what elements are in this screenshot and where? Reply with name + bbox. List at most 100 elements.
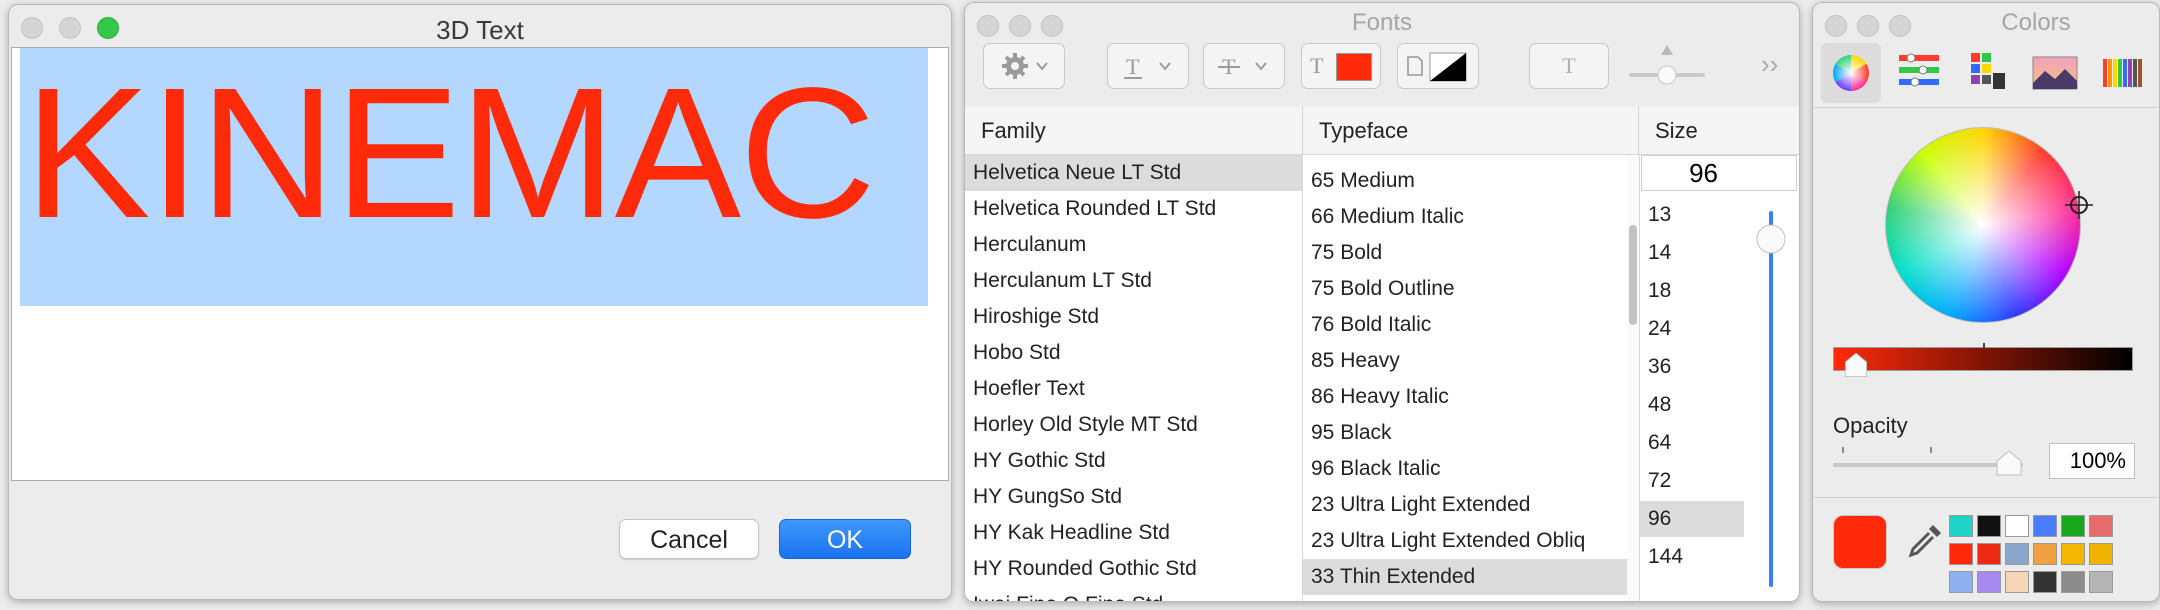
family-column-header[interactable]: Family: [965, 107, 1303, 155]
color-swatch[interactable]: [1949, 571, 1973, 593]
tab-color-wheel[interactable]: [1821, 43, 1881, 103]
family-item[interactable]: Herculanum LT Std: [965, 263, 1302, 299]
text-selection: KINEMAC: [20, 48, 928, 306]
eyedropper-icon[interactable]: [1903, 519, 1947, 563]
color-swatch[interactable]: [2033, 543, 2057, 565]
size-item[interactable]: 72: [1640, 463, 1744, 499]
typeface-item[interactable]: 75 Bold: [1303, 235, 1627, 271]
brightness-knob-shape: [1844, 352, 1868, 378]
color-swatch[interactable]: [2061, 515, 2085, 537]
family-item[interactable]: Helvetica Neue LT Std: [965, 155, 1302, 191]
typeface-item[interactable]: 33 Thin Extended: [1303, 559, 1627, 595]
title-bar[interactable]: 3D Text: [9, 5, 951, 51]
typeface-item[interactable]: 96 Black Italic: [1303, 451, 1627, 487]
action-menu-button[interactable]: [983, 43, 1065, 89]
typeface-item[interactable]: 75 Bold Outline: [1303, 271, 1627, 307]
family-item[interactable]: HY GungSo Std: [965, 479, 1302, 515]
size-item[interactable]: 48: [1640, 387, 1744, 423]
family-item[interactable]: Herculanum: [965, 227, 1302, 263]
family-item[interactable]: HY Rounded Gothic Std: [965, 551, 1302, 587]
color-swatch[interactable]: [2089, 571, 2113, 593]
family-item[interactable]: Helvetica Rounded LT Std: [965, 191, 1302, 227]
typeface-item[interactable]: 76 Bold Italic: [1303, 307, 1627, 343]
color-swatch[interactable]: [1949, 515, 1973, 537]
color-wheel-icon: [1832, 54, 1870, 92]
family-item[interactable]: Hoefler Text: [965, 371, 1302, 407]
family-item[interactable]: Horley Old Style MT Std: [965, 407, 1302, 443]
text-shadow-button[interactable]: T: [1529, 43, 1609, 89]
family-item[interactable]: HY Kak Headline Std: [965, 515, 1302, 551]
scrollbar-thumb[interactable]: [1629, 225, 1637, 325]
size-item[interactable]: 14: [1640, 235, 1744, 271]
color-swatch-palette[interactable]: [1949, 515, 2129, 595]
window-title: Colors: [2001, 9, 2071, 36]
size-item[interactable]: 24: [1640, 311, 1744, 347]
opacity-label: Opacity: [1833, 413, 1908, 438]
color-swatch[interactable]: [2005, 515, 2029, 537]
current-color-well[interactable]: [1833, 515, 1887, 569]
typeface-item[interactable]: 23 Ultra Light Extended: [1303, 487, 1627, 523]
ok-button[interactable]: OK: [779, 519, 911, 559]
underline-menu-button[interactable]: T: [1107, 43, 1189, 89]
document-color-button[interactable]: [1397, 43, 1479, 89]
size-item[interactable]: 13: [1640, 197, 1744, 233]
preview-text[interactable]: KINEMAC: [24, 54, 876, 254]
typeface-item[interactable]: 65 Medium: [1303, 163, 1627, 199]
family-item[interactable]: HY Gothic Std: [965, 443, 1302, 479]
color-swatch[interactable]: [2089, 543, 2113, 565]
family-item[interactable]: Hiroshige Std: [965, 299, 1302, 335]
family-list[interactable]: Helvetica Neue LT Std Helvetica Rounded L…: [965, 155, 1303, 601]
color-swatch[interactable]: [2033, 515, 2057, 537]
text-editor[interactable]: KINEMAC: [11, 47, 949, 481]
color-swatch[interactable]: [2061, 543, 2085, 565]
color-swatch[interactable]: [1977, 515, 2001, 537]
size-input[interactable]: [1641, 155, 1797, 191]
shadow-opacity-slider[interactable]: [1625, 41, 1709, 91]
family-item[interactable]: Hobo Std: [965, 335, 1302, 371]
color-picker-cursor[interactable]: [2065, 191, 2093, 219]
cancel-button[interactable]: Cancel: [619, 519, 759, 559]
opacity-input[interactable]: [2049, 443, 2135, 479]
tab-pencils[interactable]: [2093, 43, 2153, 103]
strikethrough-menu-button[interactable]: T: [1203, 43, 1285, 89]
size-column-header[interactable]: Size: [1639, 107, 1799, 155]
text-color-button[interactable]: T: [1301, 43, 1381, 89]
size-item[interactable]: 18: [1640, 273, 1744, 309]
zoom-button[interactable]: [1889, 15, 1911, 37]
typeface-item[interactable]: 85 Heavy: [1303, 343, 1627, 379]
color-swatch[interactable]: [2033, 571, 2057, 593]
size-slider[interactable]: [1751, 203, 1791, 593]
typeface-list[interactable]: 65 Medium 66 Medium Italic 75 Bold 75 Bold …: [1303, 155, 1627, 601]
color-swatch[interactable]: [2061, 571, 2085, 593]
svg-text:T: T: [1126, 54, 1140, 79]
size-item[interactable]: 144: [1640, 539, 1744, 575]
typeface-column-header[interactable]: Typeface: [1303, 107, 1639, 155]
color-swatch[interactable]: [2005, 543, 2029, 565]
size-item[interactable]: 64: [1640, 425, 1744, 461]
window-title: 3D Text: [436, 15, 524, 45]
brightness-slider[interactable]: [1833, 347, 2133, 371]
color-swatch[interactable]: [2005, 571, 2029, 593]
typeface-item[interactable]: 23 Ultra Light Extended Obliq: [1303, 523, 1627, 559]
tab-color-palettes[interactable]: [1957, 43, 2017, 103]
typeface-item[interactable]: 95 Black: [1303, 415, 1627, 451]
color-swatch[interactable]: [1949, 543, 1973, 565]
typeface-scrollbar[interactable]: [1627, 155, 1640, 601]
typeface-item[interactable]: 66 Medium Italic: [1303, 199, 1627, 235]
size-item[interactable]: 36: [1640, 349, 1744, 385]
tab-image-palettes[interactable]: [2025, 43, 2085, 103]
tab-color-sliders[interactable]: [1889, 43, 1949, 103]
color-swatch[interactable]: [1977, 571, 2001, 593]
brightness-slider-knob[interactable]: [1844, 352, 1868, 378]
minimize-button[interactable]: [1857, 15, 1879, 37]
document-icon: [1407, 52, 1467, 82]
family-item[interactable]: Iwai Fine Q Fine Std: [965, 587, 1302, 601]
size-item[interactable]: 96: [1640, 501, 1744, 537]
color-swatch[interactable]: [1977, 543, 2001, 565]
more-icon[interactable]: ››: [1761, 49, 1778, 80]
opacity-slider[interactable]: [1831, 443, 2031, 483]
color-swatch[interactable]: [2089, 515, 2113, 537]
color-wheel[interactable]: [1885, 127, 2081, 323]
close-button[interactable]: [1825, 15, 1847, 37]
typeface-item[interactable]: 86 Heavy Italic: [1303, 379, 1627, 415]
